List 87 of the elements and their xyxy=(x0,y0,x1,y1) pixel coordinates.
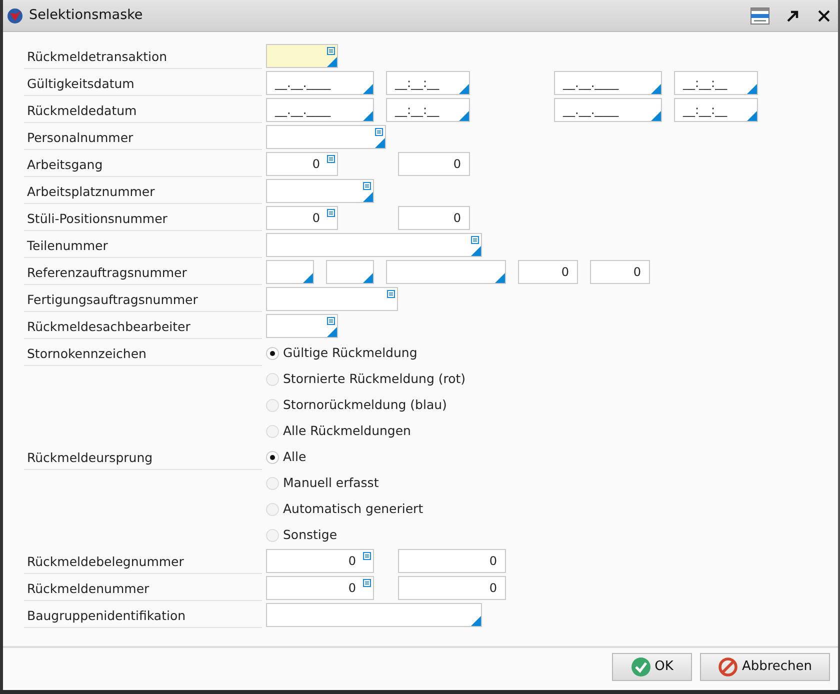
input-field[interactable]: 0 xyxy=(266,549,374,573)
input-field[interactable]: __.__.____ xyxy=(266,71,374,95)
input-field[interactable]: 0 xyxy=(518,260,578,284)
ok-button[interactable]: OK xyxy=(612,653,692,681)
radio-option[interactable]: Alle xyxy=(266,444,424,471)
radio-button[interactable] xyxy=(266,425,279,438)
input-field[interactable] xyxy=(386,260,506,284)
input-field[interactable]: __.__.____ xyxy=(266,98,374,122)
field-label: Rückmeldetransaktion xyxy=(24,44,262,69)
list-icon[interactable] xyxy=(363,579,371,587)
radio-button[interactable] xyxy=(266,373,279,386)
dropdown-corner-icon[interactable] xyxy=(747,111,757,121)
radio-button[interactable] xyxy=(266,503,279,516)
input-field[interactable] xyxy=(266,603,482,627)
radio-option[interactable]: Automatisch generiert xyxy=(266,496,424,523)
radio-button[interactable] xyxy=(266,477,279,490)
field-label: Teilenummer xyxy=(24,233,262,258)
list-icon[interactable] xyxy=(750,6,770,24)
prohibited-icon xyxy=(718,657,738,677)
field-label: Referenzauftragsnummer xyxy=(24,260,262,285)
field-label: Fertigungsauftragsnummer xyxy=(24,287,262,312)
list-icon[interactable] xyxy=(471,236,479,244)
input-field[interactable] xyxy=(266,314,338,338)
dropdown-corner-icon[interactable] xyxy=(471,616,481,626)
list-icon[interactable] xyxy=(327,155,335,163)
input-field[interactable]: __.__.____ xyxy=(554,71,662,95)
radio-option[interactable]: Stornorückmeldung (blau) xyxy=(266,392,466,419)
field-label: Stornokennzeichen xyxy=(24,341,262,366)
app-logo-icon xyxy=(7,8,23,24)
radio-button[interactable] xyxy=(266,529,279,542)
input-field[interactable]: 0 xyxy=(398,549,506,573)
list-icon[interactable] xyxy=(363,552,371,560)
field-label: Rückmeldebelegnummer xyxy=(24,549,262,574)
input-field[interactable]: __:__:__ xyxy=(386,71,470,95)
field-label: Rückmeldenummer xyxy=(24,576,262,601)
radio-option[interactable]: Gültige Rückmeldung xyxy=(266,340,466,367)
field-label: Rückmeldesachbearbeiter xyxy=(24,314,262,339)
list-icon[interactable] xyxy=(327,47,335,55)
dropdown-corner-icon[interactable] xyxy=(363,192,373,202)
radio-option[interactable]: Sonstige xyxy=(266,522,424,549)
dropdown-corner-icon[interactable] xyxy=(459,111,469,121)
input-field[interactable] xyxy=(266,233,482,257)
input-field[interactable]: 0 xyxy=(590,260,650,284)
input-field[interactable]: 0 xyxy=(398,206,470,230)
field-label: Gültigkeitsdatum xyxy=(24,71,262,96)
input-field[interactable]: __:__:__ xyxy=(674,71,758,95)
field-label: Arbeitsplatznummer xyxy=(24,179,262,204)
input-field[interactable]: __:__:__ xyxy=(386,98,470,122)
input-field[interactable] xyxy=(266,179,374,203)
field-label: Baugruppenidentifikation xyxy=(24,603,262,628)
radio-button[interactable] xyxy=(266,451,279,464)
radio-option[interactable]: Manuell erfasst xyxy=(266,470,424,497)
radio-button[interactable] xyxy=(266,399,279,412)
input-field[interactable] xyxy=(326,260,374,284)
input-field[interactable]: 0 xyxy=(266,576,374,600)
close-icon[interactable] xyxy=(818,10,830,22)
input-field[interactable]: 0 xyxy=(398,576,506,600)
input-field[interactable]: __.__.____ xyxy=(554,98,662,122)
list-icon[interactable] xyxy=(375,128,383,136)
input-field[interactable] xyxy=(266,260,314,284)
radio-button[interactable] xyxy=(266,347,279,360)
field-label: Personalnummer xyxy=(24,125,262,150)
field-label: Rückmeldeursprung xyxy=(24,445,262,470)
input-field[interactable]: 0 xyxy=(266,206,338,230)
radio-option[interactable]: Stornierte Rückmeldung (rot) xyxy=(266,366,466,393)
list-icon[interactable] xyxy=(363,182,371,190)
field-label: Stüli-Positionsnummer xyxy=(24,206,262,231)
dropdown-corner-icon[interactable] xyxy=(651,111,661,121)
input-field[interactable] xyxy=(266,44,338,68)
field-label: Arbeitsgang xyxy=(24,152,262,177)
input-field[interactable]: 0 xyxy=(266,152,338,176)
list-icon[interactable] xyxy=(327,317,335,325)
input-field[interactable] xyxy=(266,287,398,311)
input-field[interactable]: 0 xyxy=(398,152,470,176)
list-icon[interactable] xyxy=(327,209,335,217)
cancel-button[interactable]: Abbrechen xyxy=(700,653,830,681)
list-icon[interactable] xyxy=(387,290,395,298)
window-title: Selektionsmaske xyxy=(29,6,144,26)
check-icon xyxy=(630,657,651,677)
radio-option[interactable]: Alle Rückmeldungen xyxy=(266,418,466,445)
input-field[interactable] xyxy=(266,125,386,149)
dropdown-corner-icon[interactable] xyxy=(327,327,337,337)
input-field[interactable]: __:__:__ xyxy=(674,98,758,122)
maximize-icon[interactable] xyxy=(786,8,800,22)
field-label: Rückmeldedatum xyxy=(24,98,262,123)
dropdown-corner-icon[interactable] xyxy=(495,273,505,283)
dropdown-corner-icon[interactable] xyxy=(375,138,385,148)
